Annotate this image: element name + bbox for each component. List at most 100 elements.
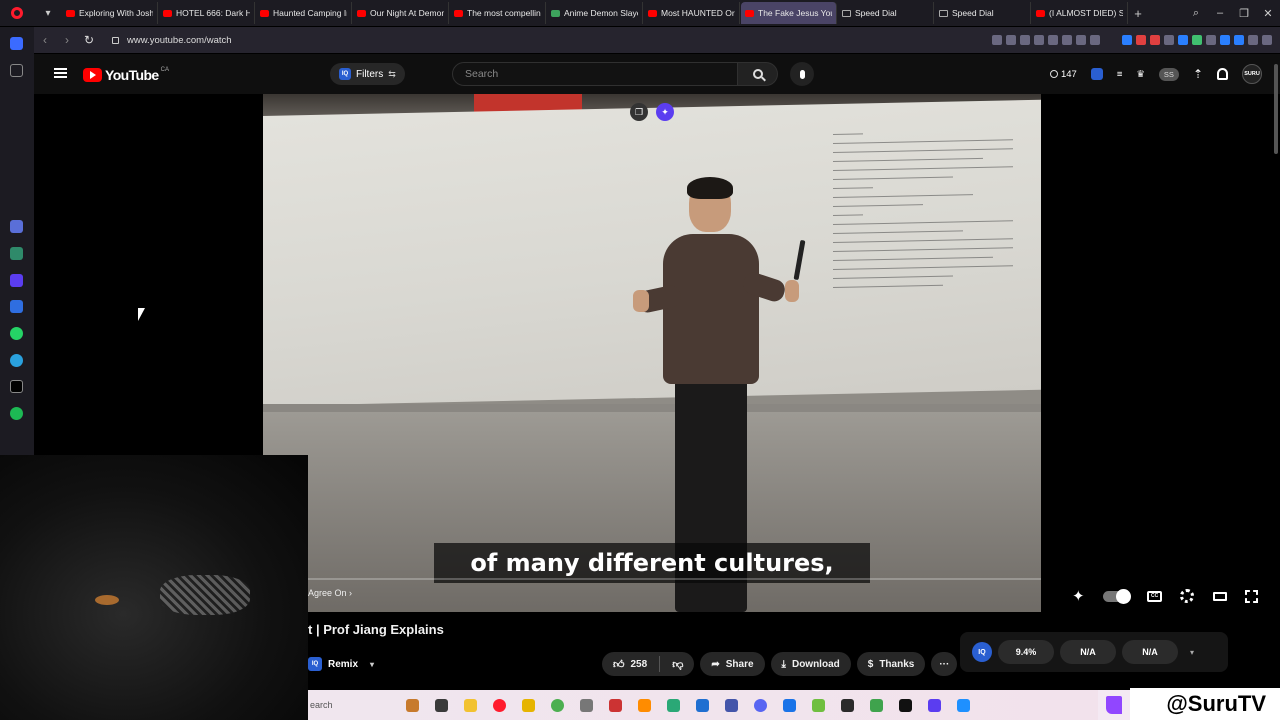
new-tab-button[interactable]: + <box>1129 6 1147 21</box>
taskbar-image-icon[interactable] <box>812 698 825 712</box>
extension-box-icon[interactable] <box>1248 35 1258 45</box>
url-field[interactable]: www.youtube.com/watch <box>112 35 232 46</box>
extension-p-icon[interactable] <box>1234 35 1244 45</box>
taskbar-dark-icon[interactable] <box>841 698 854 712</box>
extension-red-icon[interactable] <box>1136 35 1146 45</box>
aria-icon[interactable] <box>10 220 23 233</box>
upload-icon[interactable]: ⇡ <box>1193 67 1203 81</box>
menu-icon[interactable] <box>1076 35 1086 45</box>
search-tabs-icon[interactable]: ⌕ <box>1184 7 1208 20</box>
spotify-icon[interactable] <box>10 407 23 420</box>
discord-icon[interactable] <box>754 698 767 712</box>
share-button[interactable]: ➦ Share <box>700 652 765 676</box>
browser-tab[interactable]: Speed Dial <box>838 2 934 24</box>
steam-icon[interactable] <box>580 698 593 712</box>
minimize-icon[interactable]: – <box>1208 7 1232 19</box>
extension-blue-icon[interactable] <box>1122 35 1132 45</box>
ai-sparkle-icon[interactable]: ✦ <box>1072 587 1085 605</box>
filters-button[interactable]: IQ Filters ⇆ <box>330 63 405 85</box>
vlc-icon[interactable] <box>638 698 651 712</box>
copy-icon[interactable]: ❐ <box>630 103 648 121</box>
chatgpt-icon[interactable] <box>10 247 23 260</box>
browser-tab[interactable]: Speed Dial <box>935 2 1031 24</box>
extension-book-icon[interactable] <box>1150 35 1160 45</box>
extension-wave-icon[interactable] <box>1220 35 1230 45</box>
extension-cloud-icon[interactable] <box>1206 35 1216 45</box>
send-icon[interactable] <box>1034 35 1044 45</box>
taskbar-green-icon[interactable] <box>551 698 564 712</box>
iq-stat-3[interactable]: N/A <box>1122 640 1178 664</box>
download-button[interactable]: ⤓ Download <box>770 652 851 676</box>
history-counter[interactable]: 147 <box>1049 69 1077 80</box>
browser-tab[interactable]: The most compelling <box>450 2 546 24</box>
download-icon[interactable] <box>1062 35 1072 45</box>
like-icon[interactable]: 👍︎ <box>613 658 625 671</box>
dislike-icon[interactable]: 👎︎ <box>672 658 683 671</box>
close-icon[interactable]: ✕ <box>1256 7 1280 20</box>
opera-icon[interactable] <box>493 698 506 712</box>
remix-button[interactable]: IQ Remix ▾ <box>308 654 374 674</box>
hamburger-menu-icon[interactable] <box>54 68 67 78</box>
bookmarks-icon[interactable] <box>10 64 23 77</box>
iq-stat-2[interactable]: N/A <box>1060 640 1116 664</box>
voice-search-button[interactable] <box>790 62 814 86</box>
reload-icon[interactable]: ↻ <box>78 33 100 47</box>
browser-tab[interactable]: Exploring With Josh <box>62 2 158 24</box>
ai-sparkle-icon[interactable]: ✦ <box>656 103 674 121</box>
chapter-chip[interactable]: Agree On › <box>308 588 352 598</box>
taskbar-v-icon[interactable] <box>870 698 883 712</box>
like-count[interactable]: 258 <box>631 659 648 670</box>
shield-icon[interactable] <box>1020 35 1030 45</box>
camera-icon[interactable] <box>1006 35 1016 45</box>
page-scrollbar[interactable] <box>1274 64 1278 154</box>
capcut-icon[interactable] <box>899 698 912 712</box>
theater-mode-icon[interactable] <box>1212 591 1227 601</box>
account-avatar[interactable]: SURU <box>1242 64 1262 84</box>
edit-icon[interactable] <box>992 35 1002 45</box>
browser-tab[interactable]: Our Night At Demon <box>353 2 449 24</box>
progress-bar[interactable] <box>263 578 1041 580</box>
autoplay-toggle[interactable] <box>1102 588 1131 604</box>
cs-icon[interactable] <box>10 274 23 287</box>
heart-icon[interactable] <box>1048 35 1058 45</box>
iq-logo-icon[interactable]: IQ <box>972 642 992 662</box>
list-icon[interactable]: ≡ <box>1117 69 1123 80</box>
home-icon[interactable] <box>10 37 23 50</box>
telegram-icon[interactable] <box>10 354 23 367</box>
messenger-icon[interactable] <box>10 300 23 313</box>
profile-icon[interactable] <box>1090 35 1100 45</box>
extensions-puzzle-icon[interactable] <box>1262 35 1272 45</box>
back-icon[interactable]: ‹ <box>34 33 56 47</box>
more-actions-button[interactable]: ··· <box>931 652 958 676</box>
thanks-button[interactable]: $ Thanks <box>856 652 926 676</box>
search-input[interactable]: Search <box>452 62 738 86</box>
extension-green-icon[interactable] <box>1192 35 1202 45</box>
taskbar-purple-icon[interactable] <box>928 698 941 712</box>
browser-tab[interactable]: The Fake Jesus You Were <box>741 2 837 24</box>
browser-tab[interactable]: HOTEL 666: Dark Hist <box>159 2 255 24</box>
restore-icon[interactable]: ❐ <box>1232 7 1256 20</box>
tab-menu-icon[interactable]: ▾ <box>34 0 62 26</box>
youtube-logo[interactable]: YouTube CA <box>83 67 169 83</box>
opera-logo-icon[interactable] <box>0 0 34 26</box>
browser-tab[interactable]: (I ALMOST DIED) Stal <box>1032 2 1128 24</box>
trophy-icon[interactable]: ♛ <box>1136 69 1145 80</box>
rss-icon[interactable] <box>1164 35 1174 45</box>
file-explorer-icon[interactable] <box>464 698 477 712</box>
taskbar-monitor-icon[interactable] <box>957 698 970 712</box>
taskbar-star-icon[interactable] <box>725 698 738 712</box>
browser-tab[interactable]: Anime Demon Slayer <box>547 2 643 24</box>
taskbar-teal-icon[interactable] <box>667 698 680 712</box>
settings-gear-icon[interactable] <box>1180 589 1195 603</box>
iq-stat-1[interactable]: 9.4% <box>998 640 1054 664</box>
browser-tab[interactable]: Haunted Camping In <box>256 2 352 24</box>
ss-badge[interactable]: SS <box>1158 67 1179 81</box>
fullscreen-icon[interactable] <box>1244 589 1258 603</box>
search-button[interactable] <box>738 62 778 86</box>
taskbar-red-icon[interactable] <box>609 698 622 712</box>
taskbar-window-icon[interactable] <box>783 698 796 712</box>
iq-extension-icon[interactable] <box>1090 68 1103 80</box>
task-view-icon[interactable] <box>435 698 448 712</box>
bolt-icon[interactable] <box>522 698 535 712</box>
video-player[interactable]: ❐ ✦ of many different cultures, <box>263 94 1041 612</box>
